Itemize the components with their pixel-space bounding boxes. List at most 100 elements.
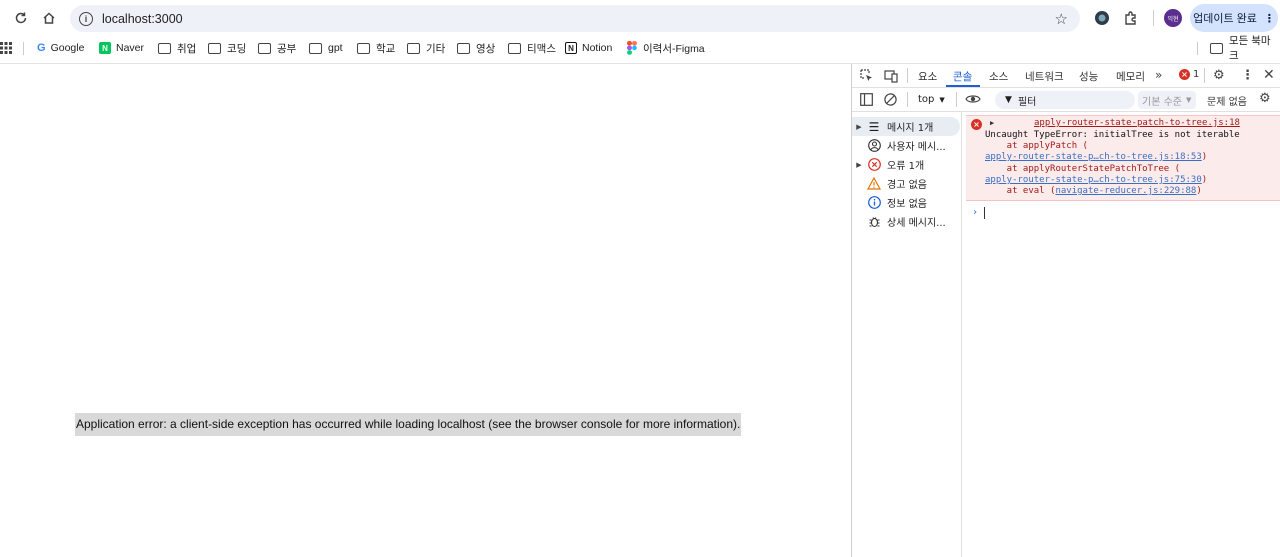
bookmark-label: 기타 (426, 42, 446, 55)
toolbar-divider (1153, 10, 1154, 26)
home-icon[interactable] (35, 4, 63, 32)
folder-icon (457, 42, 470, 54)
bookmark-naver[interactable]: N Naver (99, 40, 144, 56)
sidebar-item-info[interactable]: 정보 없음 (852, 193, 960, 212)
bookmark-notion[interactable]: N Notion (565, 40, 612, 56)
tab-divider (1204, 68, 1205, 83)
stack-suffix: ) (1196, 186, 1202, 196)
bookmark-folder-3[interactable]: 공부 (258, 40, 296, 56)
devtools-menu-icon[interactable]: ⋮ (1241, 68, 1254, 83)
reload-icon[interactable] (7, 4, 35, 32)
bookmark-label: 티맥스 (527, 42, 556, 55)
console-input[interactable] (984, 207, 985, 219)
bookmark-folder-8[interactable]: 티맥스 (508, 40, 556, 56)
log-level-dropdown[interactable]: 기본 수준 ▼ (1138, 91, 1196, 109)
apps-grid-icon[interactable] (0, 40, 12, 56)
address-bar[interactable]: i localhost:3000 ☆ (70, 5, 1080, 32)
sidebar-item-errors[interactable]: ▶ 오류 1개 (852, 155, 960, 174)
extension-icon[interactable] (1093, 9, 1111, 27)
stack-line-5: at eval (navigate-reducer.js:229:88) (985, 186, 1202, 196)
sidebar-item-label: 사용자 메시... (887, 142, 946, 153)
bookmark-folder-6[interactable]: 기타 (407, 40, 445, 56)
bookmark-folder-2[interactable]: 코딩 (208, 40, 246, 56)
expand-arrow-icon[interactable]: ▶ (852, 123, 866, 131)
error-icon: × (971, 119, 982, 130)
bookmark-label: Naver (116, 42, 145, 54)
expand-arrow-icon[interactable]: ▶ (990, 119, 994, 127)
tab-performance[interactable]: 성능 (1079, 69, 1098, 84)
bookmark-star-icon[interactable]: ☆ (1055, 10, 1068, 28)
page-viewport: Application error: a client-side excepti… (0, 64, 851, 557)
settings-gear-icon[interactable]: ⚙ (1213, 68, 1225, 83)
folder-icon (309, 42, 322, 54)
console-prompt-icon: › (972, 207, 979, 218)
update-button[interactable]: 업데이트 완료 ⋮ (1190, 4, 1278, 32)
expand-arrow-icon[interactable]: ▶ (852, 161, 866, 169)
bookmark-folder-5[interactable]: 학교 (357, 40, 395, 56)
user-icon (866, 138, 882, 154)
all-bookmarks-button[interactable]: 모든 북마크 (1210, 35, 1280, 62)
sidebar-toggle-icon[interactable] (860, 93, 873, 109)
bookmark-folder-1[interactable]: 취업 (158, 40, 196, 56)
bookmark-label: Notion (582, 42, 613, 54)
console-output: × ▶ apply-router-state-patch-to-tree.js:… (963, 112, 1280, 557)
browser-toolbar: i localhost:3000 ☆ 익현 업데이트 완료 ⋮ (0, 0, 1280, 36)
filter-input[interactable]: ▼ 필터 (995, 91, 1135, 109)
close-icon[interactable]: ✕ (1263, 67, 1275, 83)
more-tabs-icon[interactable]: » (1155, 68, 1162, 82)
google-icon: G (37, 42, 46, 54)
info-icon (866, 195, 882, 211)
source-link[interactable]: apply-router-state-patch-to-tree.js:18 (1034, 118, 1240, 128)
clear-console-icon[interactable] (884, 93, 897, 109)
sidebar-item-label: 오류 1개 (887, 161, 925, 172)
tab-console[interactable]: 콘솔 (953, 69, 972, 84)
bookmark-folder-7[interactable]: 영상 (457, 40, 495, 56)
sidebar-item-user-messages[interactable]: 사용자 메시... (852, 136, 960, 155)
sidebar-item-warnings[interactable]: 경고 없음 (852, 174, 960, 193)
sidebar-item-verbose[interactable]: 상세 메시지... (852, 212, 960, 231)
bookmark-figma[interactable]: 이력서-Figma (627, 40, 705, 56)
folder-icon (258, 42, 271, 54)
console-settings-icon[interactable]: ⚙ (1259, 91, 1271, 106)
tab-network[interactable]: 네트워크 (1025, 69, 1064, 84)
more-menu-icon[interactable]: ⋮ (1264, 12, 1275, 25)
notion-icon: N (565, 42, 577, 54)
bookmark-label: 이력서-Figma (643, 42, 705, 55)
folder-icon (158, 42, 171, 54)
extensions-puzzle-icon[interactable] (1122, 9, 1140, 27)
site-info-icon[interactable]: i (79, 11, 93, 26)
toolbar-divider (907, 92, 908, 107)
device-toolbar-icon[interactable] (884, 69, 898, 86)
error-count-badge[interactable]: × 1 (1179, 69, 1199, 80)
devtools-panel: 요소 콘솔 소스 네트워크 성능 메모리 » × 1 ⚙ ⋮ ✕ top ▼ ▼… (851, 64, 1280, 557)
stack-link[interactable]: navigate-reducer.js:229:88 (1055, 186, 1196, 196)
update-button-label: 업데이트 완료 (1193, 13, 1257, 25)
error-icon (866, 157, 882, 173)
stack-prefix: at eval ( (985, 186, 1056, 196)
inspect-element-icon[interactable] (860, 69, 874, 86)
tab-memory[interactable]: 메모리 (1116, 69, 1145, 84)
log-level-label: 기본 수준 (1142, 96, 1182, 108)
stack-link[interactable]: apply-router-state-p…ch-to-tree.js:75:30 (985, 175, 1202, 185)
filter-funnel-icon: ▼ (1005, 95, 1012, 105)
bookmark-folder-4[interactable]: gpt (309, 40, 343, 56)
bookmark-google[interactable]: G Google (37, 40, 84, 56)
url-text[interactable]: localhost:3000 (102, 12, 183, 26)
folder-icon (508, 42, 521, 54)
warning-icon (866, 176, 882, 192)
stack-line-3: at applyRouterStatePatchToTree ( (985, 164, 1181, 174)
error-count-text: 1 (1193, 69, 1200, 80)
stack-suffix: ) (1201, 152, 1208, 162)
context-selector[interactable]: top ▼ (918, 94, 945, 105)
profile-avatar[interactable]: 익현 (1164, 9, 1182, 27)
tab-sources[interactable]: 소스 (989, 69, 1008, 84)
issues-button[interactable]: 문제 없음 (1207, 93, 1247, 108)
tab-elements[interactable]: 요소 (918, 69, 937, 84)
console-error-message[interactable]: × ▶ apply-router-state-patch-to-tree.js:… (966, 115, 1280, 201)
toolbar-divider (956, 92, 957, 107)
stack-link[interactable]: apply-router-state-p…ch-to-tree.js:18:53 (985, 152, 1202, 162)
live-expression-eye-icon[interactable] (965, 93, 981, 108)
naver-icon: N (99, 42, 111, 54)
folder-icon (357, 42, 370, 54)
sidebar-item-messages[interactable]: ▶ ☰ 메시지 1개 (852, 117, 960, 136)
